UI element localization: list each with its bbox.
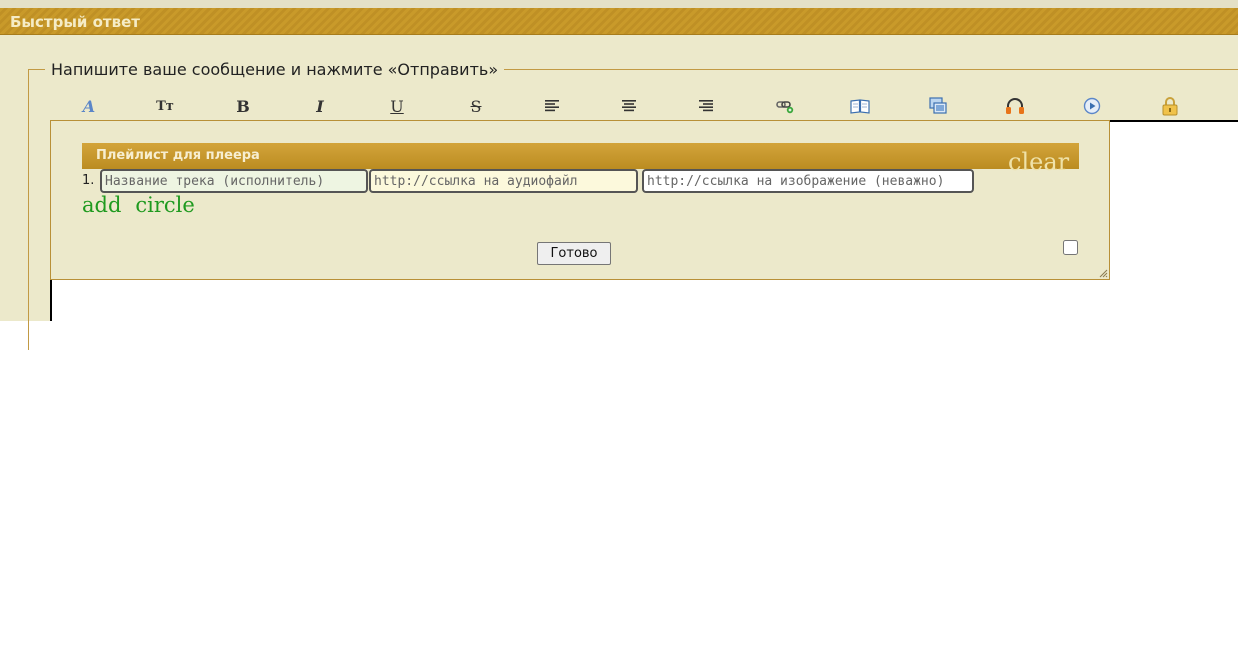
option-checkbox[interactable]	[1063, 240, 1078, 255]
fieldset-legend: Напишите ваше сообщение и нажмите «Отпра…	[51, 60, 499, 79]
top-strip	[0, 0, 1238, 8]
circle-link[interactable]: circle	[135, 193, 194, 217]
playlist-title: Плейлист для плеера	[96, 148, 260, 163]
track-row-number: 1.	[82, 173, 95, 188]
underline-icon[interactable]: U	[383, 93, 411, 119]
track-name-input[interactable]	[100, 169, 368, 193]
font-color-icon[interactable]: A	[75, 93, 103, 119]
resize-grip-icon[interactable]	[1098, 268, 1108, 278]
done-button[interactable]: Готово	[537, 242, 611, 265]
playlist-popup: Плейлист для плеера clear 1. add circle Г…	[50, 120, 1110, 280]
book-icon[interactable]	[846, 93, 874, 119]
headphones-icon[interactable]	[1001, 93, 1029, 119]
playlist-header: Плейлист для плеера	[82, 143, 1079, 169]
insert-link-icon[interactable]	[771, 93, 799, 119]
quick-reply-header: Быстрый ответ	[0, 8, 1238, 35]
editor-toolbar: A Tт B I U S	[50, 93, 1238, 119]
bold-icon[interactable]: B	[229, 93, 257, 119]
italic-icon[interactable]: I	[306, 93, 334, 119]
lock-icon[interactable]	[1156, 93, 1184, 119]
gallery-icon[interactable]	[924, 93, 952, 119]
align-left-icon[interactable]	[538, 93, 566, 119]
clear-link[interactable]: clear	[1008, 148, 1069, 176]
strikethrough-icon[interactable]: S	[462, 93, 490, 119]
align-right-icon[interactable]	[692, 93, 720, 119]
quick-reply-title: Быстрый ответ	[10, 13, 140, 31]
image-url-input[interactable]	[642, 169, 974, 193]
playlist-actions: add circle	[82, 193, 209, 217]
add-link[interactable]: add	[82, 193, 121, 217]
audio-url-input[interactable]	[369, 169, 638, 193]
play-icon[interactable]	[1078, 93, 1106, 119]
font-size-icon[interactable]: Tт	[151, 93, 179, 119]
align-center-icon[interactable]	[615, 93, 643, 119]
